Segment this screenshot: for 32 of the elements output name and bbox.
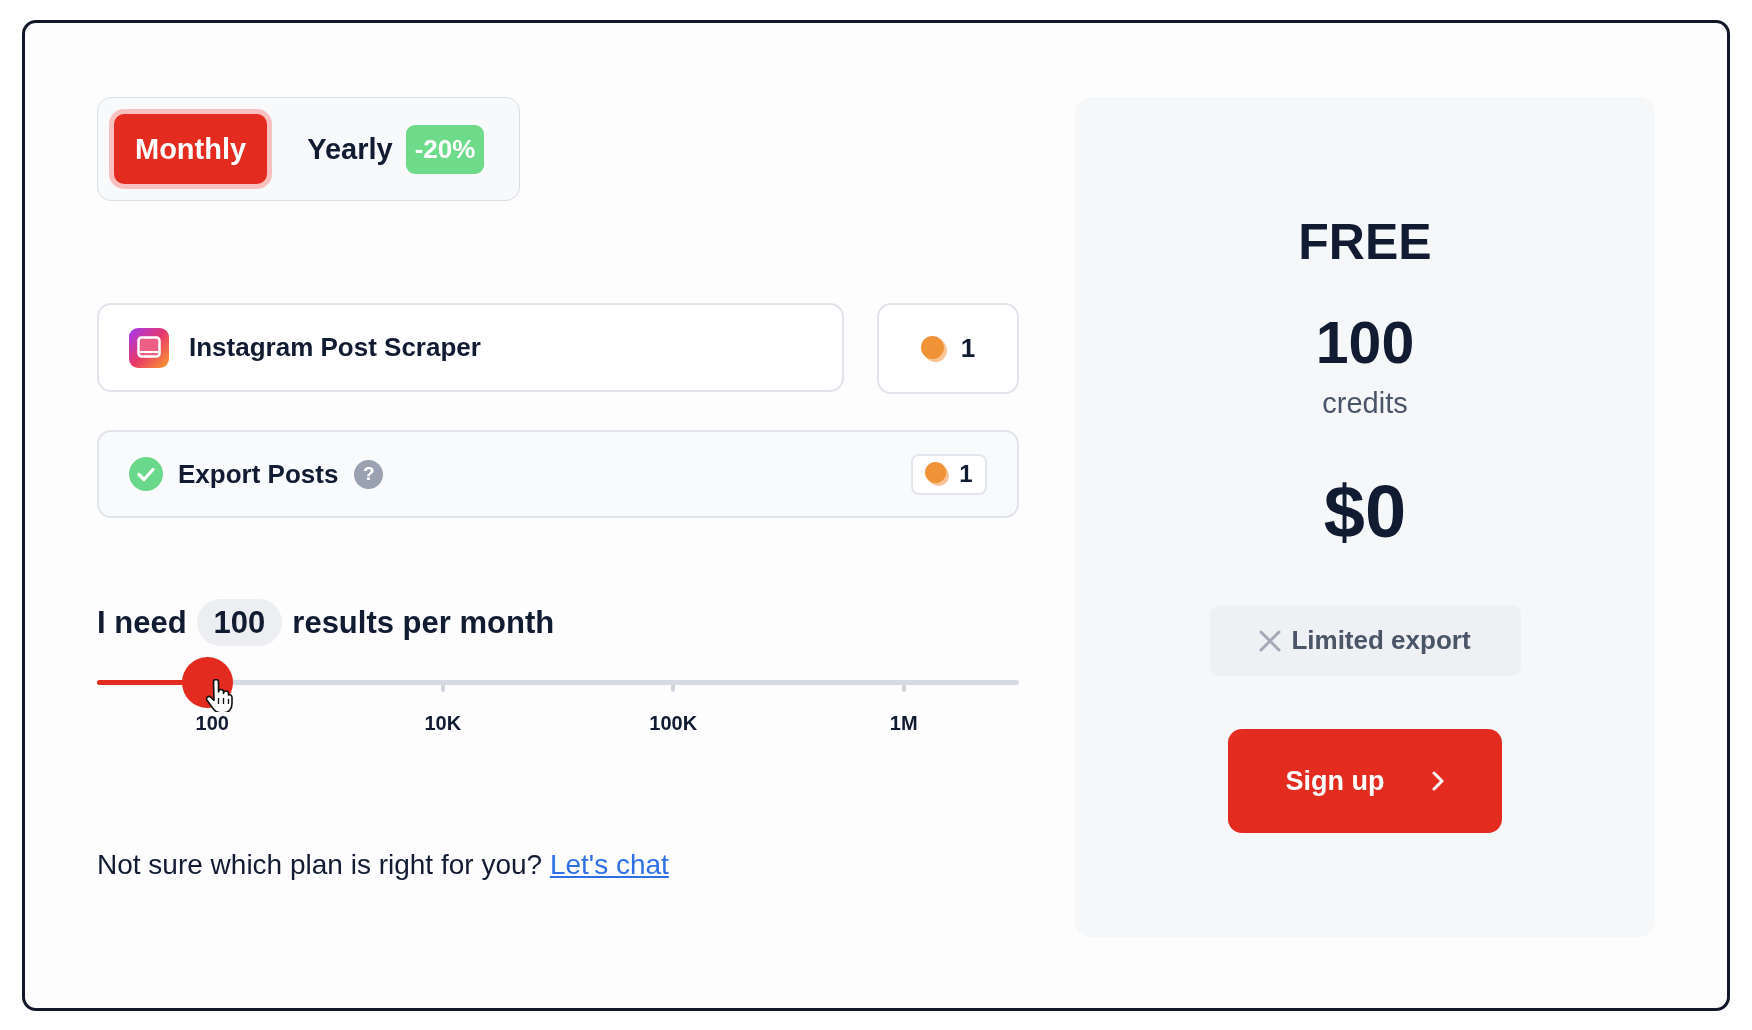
- chat-link[interactable]: Let's chat: [549, 849, 669, 880]
- slider-prefix: I need: [97, 604, 187, 641]
- coin-icon: [925, 462, 950, 486]
- feature-label: Limited export: [1291, 625, 1471, 656]
- sign-up-button[interactable]: Sign up: [1228, 729, 1502, 833]
- credit-count: 1: [959, 460, 973, 488]
- credits-label: credits: [1322, 386, 1408, 420]
- app-logo-icon: [129, 327, 169, 368]
- chevron-right-icon: [1432, 771, 1445, 791]
- slider-track[interactable]: [97, 680, 1019, 685]
- slider-tick-label: 100: [195, 711, 229, 735]
- billing-tab[interactable]: Yearly -20%: [286, 114, 506, 184]
- coin-icon: [920, 335, 947, 362]
- credit-count: 1: [960, 333, 976, 364]
- slider-suffix: results per month: [292, 604, 555, 641]
- check-icon[interactable]: [129, 457, 163, 491]
- results-value-field[interactable]: 100: [196, 599, 283, 646]
- discount-badge: -20%: [405, 124, 485, 174]
- plan-credits: 100: [1315, 311, 1415, 375]
- plan-name: FREE: [1298, 213, 1432, 272]
- slider-tick-label: 100K: [649, 711, 698, 735]
- help-icon[interactable]: ?: [354, 459, 384, 489]
- slider-tick: [440, 685, 445, 692]
- slider-tick-label: 1M: [889, 711, 918, 735]
- hand-cursor-icon: [204, 679, 233, 712]
- slider-tick: [671, 685, 676, 692]
- help-text: Not sure which plan is right for you? Let's chat: [97, 848, 669, 881]
- slider-tick-label: 10K: [424, 711, 462, 735]
- actor-selector[interactable]: Instagram Post Scraper: [97, 303, 844, 392]
- plan-price: $0: [1323, 472, 1407, 552]
- slider-tick: [901, 685, 906, 692]
- addon-label: Export Posts: [178, 458, 339, 490]
